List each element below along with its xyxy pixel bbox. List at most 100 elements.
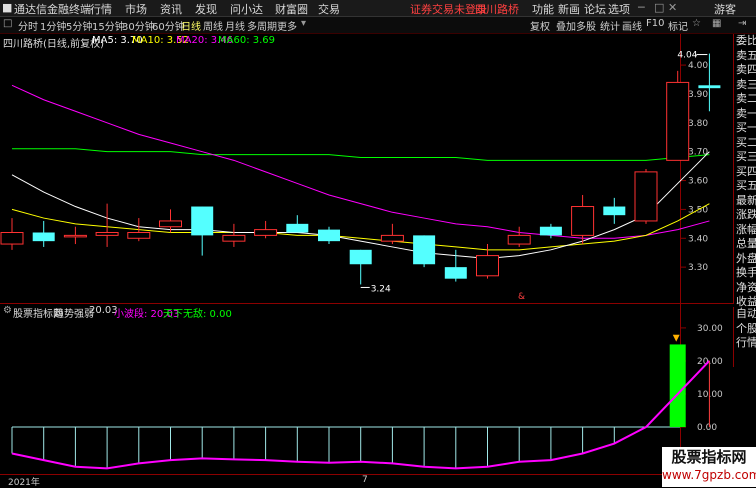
close-icon[interactable]: ✕ [668, 1, 677, 14]
quote-field-label: 净资 [736, 280, 756, 294]
ma20-line [11, 84, 710, 239]
expand-icon[interactable]: ⇥ [738, 18, 746, 29]
y-tick-label: 3.40 [688, 234, 708, 244]
panel-icon[interactable]: □ [3, 18, 12, 29]
y-tick-label: 3.90 [688, 90, 708, 100]
candle-body-down [349, 249, 372, 265]
menu-item-news[interactable]: 资讯 [160, 1, 182, 17]
candle-body-down [698, 85, 721, 89]
candle-body-down [318, 229, 340, 242]
guest-label[interactable]: 游客 [714, 1, 736, 17]
quote-field-label: 委比 [736, 34, 756, 47]
menu-item-market[interactable]: 市场 [125, 1, 147, 17]
menu-options[interactable]: 选项 [608, 1, 630, 17]
ind-y-tick-label: 30.00 [697, 324, 723, 334]
period-tab-more[interactable]: 更多 [277, 18, 297, 33]
indicator-chart[interactable]: 30.00 20.00 10.00 0.00 ▼ [0, 304, 733, 474]
period-tab-weekly[interactable]: 周线 [203, 18, 223, 33]
tool-mark[interactable]: 标记 [668, 18, 688, 33]
period-tab-monthly[interactable]: 月线 [225, 18, 245, 33]
menu-function[interactable]: 功能 [532, 1, 554, 17]
panel-label: 自动 [736, 307, 756, 320]
tool-multi-stock[interactable]: 多股 [576, 18, 596, 33]
high-price-label: 4.04 [677, 51, 697, 61]
candle-body-up [254, 229, 278, 236]
candle-body-up [127, 232, 151, 239]
tool-overlay[interactable]: 叠加 [556, 18, 576, 33]
watermark-title: 股票指标网 [671, 448, 747, 466]
menu-item-discover[interactable]: 发现 [195, 1, 217, 17]
candle-body-down [32, 232, 55, 242]
price-chart[interactable]: 4.003.903.803.703.603.503.403.304.043.24… [0, 34, 733, 303]
ind-y-tick-label: 10.00 [697, 390, 723, 400]
quote-field-label: 外盘 [736, 251, 756, 265]
quote-field-label: 卖五 [736, 48, 756, 62]
layout-icon[interactable]: ▦ [712, 18, 721, 29]
panel-label: 行情 [736, 336, 756, 349]
quote-field-label: 买三 [736, 150, 756, 163]
tool-draw[interactable]: 画线 [622, 18, 642, 33]
quote-field-label: 买四 [736, 164, 756, 178]
period-toolbar: □ 分时 1分钟 5分钟 15分钟 30分钟 60分钟 日线 周线 月线 多周期… [0, 17, 756, 34]
menu-item-wealth[interactable]: 财富圈 [275, 1, 308, 17]
menu-bar: ■ 通达信金融终端 行情 市场 资讯 发现 问小达 财富圈 交易 证券交易未登录… [0, 0, 756, 17]
candle-body-down [286, 223, 309, 233]
menu-forum[interactable]: 论坛 [584, 1, 606, 17]
period-tab-5min[interactable]: 5分钟 [66, 18, 92, 33]
year-label: 2021年 [8, 478, 40, 488]
period-tab-multi[interactable]: 多周期 [247, 18, 277, 33]
candle-body-up [222, 234, 246, 242]
candle-body-up [159, 220, 182, 228]
quote-field-label: 涨跌 [736, 208, 756, 221]
quote-panel-lower: 自动 个股 行情 [733, 307, 756, 367]
watermark: 股票指标网 www.7gpzb.com [662, 447, 756, 487]
quote-field-label: 卖一 [736, 106, 756, 120]
quote-field-label: 最新 [736, 193, 756, 207]
candle-body-down [539, 226, 562, 236]
quote-field-label: 买一 [736, 121, 756, 134]
stock-title: 四川路桥 [475, 3, 519, 16]
period-tab-daily[interactable]: 日线 [181, 18, 201, 33]
menu-item-trade[interactable]: 交易 [318, 1, 340, 17]
candle-body-down [413, 235, 436, 265]
menu-item-ask[interactable]: 问小达 [230, 1, 263, 17]
candle-body-up [380, 234, 404, 242]
period-tab-1min[interactable]: 1分钟 [40, 18, 66, 33]
candle-body-up [63, 234, 87, 238]
period-tab-15min[interactable]: 15分钟 [92, 18, 125, 33]
tool-f10[interactable]: F10 [646, 18, 664, 29]
minimize-icon[interactable]: ─ [638, 1, 645, 14]
trend-strength-bar [669, 344, 686, 428]
quote-field-label: 卖三 [736, 77, 756, 91]
more-chevron-icon[interactable]: ▾ [301, 18, 306, 29]
quote-field-label: 卖二 [736, 92, 756, 105]
period-tab-30min[interactable]: 30分钟 [122, 18, 155, 33]
candle-body-up [634, 171, 658, 222]
period-tab-intraday[interactable]: 分时 [18, 18, 38, 33]
event-marker: & [518, 292, 525, 302]
menu-item-quote[interactable]: 行情 [90, 1, 112, 17]
y-tick-label: 3.30 [688, 263, 708, 273]
quote-field-label: 卖四 [736, 63, 756, 76]
tool-adjust[interactable]: 复权 [530, 18, 550, 33]
quote-field-label: 买五 [736, 179, 756, 192]
quote-panel: 委比 卖五 卖四 卖三 卖二 卖一 买一 买二 买三 买四 买五 最新 涨跌 涨幅 总量 外盘 换手 净资 收益 [733, 34, 756, 308]
app-title: 通达信金融终端 [14, 3, 91, 16]
quote-field-label: 买二 [736, 135, 756, 149]
candle-body-up [507, 234, 531, 245]
low-price-label: 3.24 [371, 284, 391, 294]
tool-stats[interactable]: 统计 [600, 18, 620, 33]
candle-body-down [603, 206, 626, 216]
month-label: 7 [362, 475, 368, 485]
y-tick-label: 4.00 [688, 61, 708, 71]
maximize-icon[interactable]: □ [654, 1, 664, 14]
y-tick-label: 3.60 [688, 177, 708, 187]
star-icon[interactable]: ☆ [692, 18, 701, 29]
candle-body-up [0, 232, 24, 245]
diamond-icon: ▼ [673, 333, 680, 343]
panel-label: 个股 [736, 321, 756, 335]
menu-new[interactable]: 新画 [558, 1, 580, 17]
period-tab-60min[interactable]: 60分钟 [152, 18, 185, 33]
candle-body-up [571, 206, 595, 236]
ind-y-tick-label: 0.00 [697, 423, 717, 433]
